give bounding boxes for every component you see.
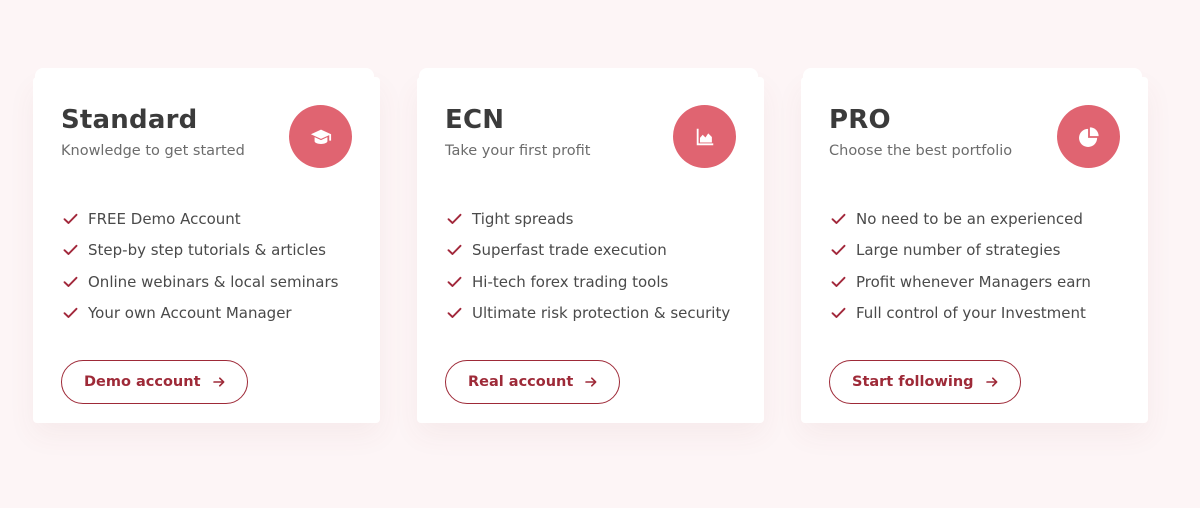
arrow-right-icon [212, 377, 224, 387]
feature-text: Large number of strategies [856, 241, 1061, 260]
feature-list: No need to be an experienced Large numbe… [831, 203, 1091, 329]
check-icon [447, 276, 462, 287]
feature-item: Superfast trade execution [447, 235, 730, 267]
feature-item: Profit whenever Managers earn [831, 266, 1091, 298]
feature-text: Ultimate risk protection & security [472, 304, 731, 323]
start-following-button[interactable]: Start following [829, 360, 1021, 404]
check-icon [447, 245, 462, 256]
arrow-right-icon [585, 377, 597, 387]
check-icon [831, 213, 846, 224]
plan-card-ecn: ECN Take your first profit Tight spreads… [417, 68, 764, 423]
feature-item: Ultimate risk protection & security [447, 298, 730, 330]
button-label: Demo account [84, 374, 201, 390]
button-label: Real account [468, 374, 574, 390]
plan-title: ECN [445, 105, 505, 135]
plan-title: PRO [829, 105, 891, 135]
feature-text: Superfast trade execution [472, 241, 667, 260]
feature-list: Tight spreads Superfast trade execution … [447, 203, 730, 329]
graduation-cap-icon [289, 105, 352, 168]
check-icon [447, 308, 462, 319]
feature-text: Tight spreads [472, 209, 574, 228]
plan-subtitle: Take your first profit [445, 143, 591, 159]
check-icon [831, 308, 846, 319]
plan-card-pro: PRO Choose the best portfolio No need to… [801, 68, 1148, 423]
feature-text: No need to be an experienced [856, 209, 1083, 228]
feature-item: Large number of strategies [831, 235, 1091, 267]
plan-subtitle: Choose the best portfolio [829, 143, 1013, 159]
feature-item: Tight spreads [447, 203, 730, 235]
card-tab [803, 68, 1142, 82]
button-label: Start following [852, 374, 974, 390]
check-icon [63, 245, 78, 256]
check-icon [63, 213, 78, 224]
feature-text: Hi-tech forex trading tools [472, 272, 669, 291]
feature-item: Hi-tech forex trading tools [447, 266, 730, 298]
demo-account-button[interactable]: Demo account [61, 360, 248, 404]
card-tab [35, 68, 374, 82]
feature-text: Full control of your Investment [856, 304, 1086, 323]
feature-text: Profit whenever Managers earn [856, 272, 1091, 291]
area-chart-icon [673, 105, 736, 168]
feature-item: Full control of your Investment [831, 298, 1091, 330]
feature-text: Online webinars & local seminars [88, 272, 339, 291]
feature-text: Your own Account Manager [88, 304, 292, 323]
pie-chart-icon [1057, 105, 1120, 168]
check-icon [447, 213, 462, 224]
plan-title: Standard [61, 105, 198, 135]
feature-item: Online webinars & local seminars [63, 266, 338, 298]
feature-item: Step-by step tutorials & articles [63, 235, 338, 267]
feature-text: Step-by step tutorials & articles [88, 241, 327, 260]
check-icon [831, 245, 846, 256]
feature-list: FREE Demo Account Step-by step tutorials… [63, 203, 338, 329]
feature-item: Your own Account Manager [63, 298, 338, 330]
feature-text: FREE Demo Account [88, 209, 241, 228]
real-account-button[interactable]: Real account [445, 360, 621, 404]
card-tab [419, 68, 758, 82]
check-icon [63, 276, 78, 287]
plan-card-standard: Standard Knowledge to get started FREE D… [33, 68, 380, 423]
feature-item: No need to be an experienced [831, 203, 1091, 235]
check-icon [831, 276, 846, 287]
check-icon [63, 308, 78, 319]
arrow-right-icon [985, 377, 997, 387]
feature-item: FREE Demo Account [63, 203, 338, 235]
plan-subtitle: Knowledge to get started [61, 143, 245, 159]
